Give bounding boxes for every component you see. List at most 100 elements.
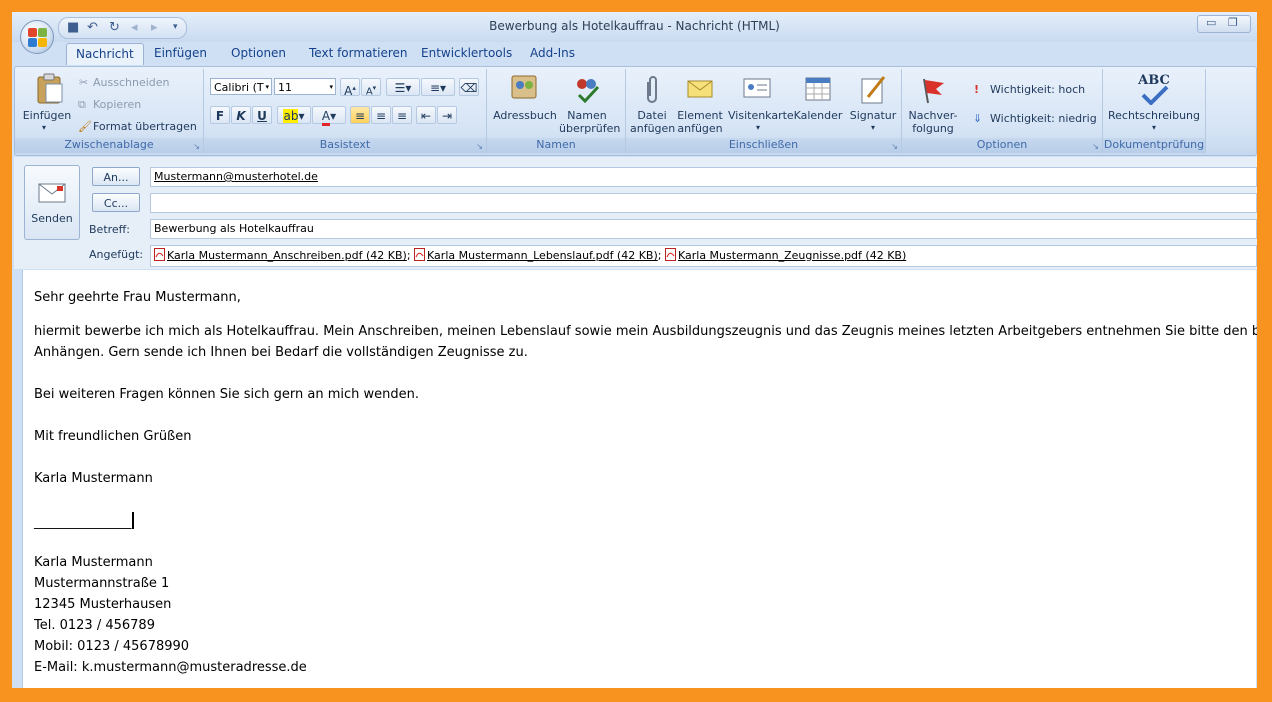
signature-street: Mustermannstraße 1 xyxy=(34,576,170,591)
address-book-icon[interactable] xyxy=(509,73,539,103)
font-name-box[interactable]: Calibri (T ▾ xyxy=(210,78,272,95)
address-book-button[interactable]: Adressbuch xyxy=(487,109,563,122)
calendar-button[interactable]: Kalender xyxy=(792,109,844,122)
copy-button[interactable]: Kopieren xyxy=(93,98,141,111)
names-group-label: Namen xyxy=(487,138,625,153)
clipboard-launcher-icon[interactable]: ↘ xyxy=(193,142,200,151)
tab-einfuegen[interactable]: Einfügen xyxy=(154,46,207,60)
follow-up-flag-icon[interactable] xyxy=(918,75,948,105)
attachment-name[interactable]: Karla Mustermann_Anschreiben.pdf (42 KB) xyxy=(167,249,407,262)
attach-item-icon[interactable] xyxy=(686,77,716,103)
spelling-check-icon[interactable] xyxy=(1139,85,1169,105)
business-card-icon[interactable] xyxy=(742,75,774,103)
paperclip-icon[interactable] xyxy=(642,74,662,106)
tab-add-ins[interactable]: Add-Ins xyxy=(530,46,575,60)
attach-file-label-1[interactable]: Datei xyxy=(630,109,674,122)
size-dropdown-icon[interactable]: ▾ xyxy=(329,79,333,96)
follow-up-label-1[interactable]: Nachver- xyxy=(902,109,964,122)
highlight-icon[interactable]: ab▾ xyxy=(277,106,311,124)
attachment-item[interactable]: Karla Mustermann_Anschreiben.pdf (42 KB) xyxy=(154,248,407,262)
business-card-dropdown-icon[interactable]: ▾ xyxy=(728,121,788,134)
attachment-name[interactable]: Karla Mustermann_Lebenslauf.pdf (42 KB) xyxy=(427,249,658,262)
attachment-item[interactable]: Karla Mustermann_Zeugnisse.pdf (42 KB) xyxy=(664,248,906,262)
font-size-box[interactable]: 11 ▾ xyxy=(274,78,336,95)
align-center-icon[interactable]: ≡ xyxy=(371,106,391,124)
paragraph-1-line-2: Anhängen. Gern sende ich Ihnen bei Bedar… xyxy=(34,345,528,360)
cut-icon: ✂ xyxy=(79,76,89,89)
tab-entwicklertools[interactable]: Entwicklertools xyxy=(421,46,512,60)
to-field[interactable]: Mustermann@musterhotel.de xyxy=(150,167,1257,187)
include-launcher-icon[interactable]: ↘ xyxy=(891,142,898,151)
decrease-indent-icon[interactable]: ⇤ xyxy=(416,106,436,124)
attachment-name[interactable]: Karla Mustermann_Zeugnisse.pdf (42 KB) xyxy=(678,249,906,262)
increase-indent-icon[interactable]: ⇥ xyxy=(437,106,457,124)
options-launcher-icon[interactable]: ↘ xyxy=(1092,142,1099,151)
italic-icon[interactable]: K xyxy=(231,106,251,124)
ribbon: Einfügen ▾ ✂ Ausschneiden ⧉ Kopieren 🖌 F… xyxy=(14,66,1257,156)
tab-text-formatieren[interactable]: Text formatieren xyxy=(309,46,408,60)
attach-item-label-2[interactable]: anfügen xyxy=(676,122,724,135)
paste-button[interactable]: Einfügen xyxy=(19,109,75,122)
follow-up-label-2[interactable]: folgung xyxy=(902,122,964,135)
font-dropdown-icon[interactable]: ▾ xyxy=(265,79,269,96)
align-left-icon[interactable]: ≡ xyxy=(350,106,370,124)
signature-icon[interactable] xyxy=(858,73,888,105)
grow-font-icon[interactable]: A▴ xyxy=(340,78,360,98)
calendar-icon[interactable] xyxy=(804,75,834,103)
importance-high-icon: ! xyxy=(974,83,980,96)
pdf-icon xyxy=(664,248,676,261)
sender-name: Karla Mustermann xyxy=(34,471,153,486)
font-color-icon[interactable]: A▾ xyxy=(312,106,346,126)
office-button[interactable] xyxy=(20,20,54,54)
clear-formatting-icon[interactable]: ⌫ xyxy=(459,78,479,96)
spelling-dropdown-icon[interactable]: ▾ xyxy=(1103,121,1205,134)
options-group-label: Optionen xyxy=(902,138,1102,153)
basic-text-launcher-icon[interactable]: ↘ xyxy=(476,142,483,151)
cc-field[interactable] xyxy=(150,193,1257,213)
ribbon-tabs: Nachricht Einfügen Optionen Text formati… xyxy=(12,42,1257,66)
underline-icon[interactable]: U xyxy=(252,106,272,124)
basic-text-group: Calibri (T ▾ 11 ▾ A▴ A▾ ☰▾ ≡▾ ⌫ F K U ab▾ … xyxy=(204,69,487,153)
pdf-icon xyxy=(414,248,426,261)
bullets-icon[interactable]: ☰▾ xyxy=(386,78,420,96)
importance-low-button[interactable]: Wichtigkeit: niedrig xyxy=(990,112,1097,125)
send-button[interactable]: Senden xyxy=(24,165,80,240)
signature-dropdown-icon[interactable]: ▾ xyxy=(848,121,898,134)
cut-button[interactable]: Ausschneiden xyxy=(93,76,170,89)
restore-icon[interactable]: ❐ xyxy=(1228,16,1238,29)
bold-icon[interactable]: F xyxy=(210,106,230,124)
options-group: Nachver- folgung ! Wichtigkeit: hoch ⇓ W… xyxy=(902,69,1103,153)
check-names-label-2[interactable]: überprüfen xyxy=(559,122,620,135)
paragraph-1-line-1: hiermit bewerbe ich mich als Hotelkauffr… xyxy=(34,324,1257,339)
align-right-icon[interactable]: ≡ xyxy=(392,106,412,124)
tab-optionen[interactable]: Optionen xyxy=(231,46,286,60)
paste-dropdown-icon[interactable]: ▾ xyxy=(42,121,46,134)
subject-field[interactable]: Bewerbung als Hotelkauffrau xyxy=(150,219,1257,239)
message-header: Senden An... Mustermann@musterhotel.de C… xyxy=(14,157,1257,269)
names-group: Adressbuch Namen überprüfen Namen xyxy=(487,69,626,153)
attach-item-label-1[interactable]: Element xyxy=(676,109,724,122)
signature-name: Karla Mustermann xyxy=(34,555,153,570)
check-names-icon[interactable] xyxy=(571,73,603,103)
signature-city: 12345 Musterhausen xyxy=(34,597,172,612)
closing: Mit freundlichen Grüßen xyxy=(34,429,192,444)
check-names-label-1[interactable]: Namen xyxy=(559,109,615,122)
proofing-group-label: Dokumentprüfung xyxy=(1103,138,1205,153)
message-body-editor[interactable]: Sehr geehrte Frau Mustermann, hiermit be… xyxy=(22,270,1257,688)
importance-high-button[interactable]: Wichtigkeit: hoch xyxy=(990,83,1085,96)
format-painter-button[interactable]: Format übertragen xyxy=(93,120,197,133)
cc-button[interactable]: Cc... xyxy=(92,193,140,212)
to-recipient[interactable]: Mustermann@musterhotel.de xyxy=(154,170,318,183)
shrink-font-icon[interactable]: A▾ xyxy=(361,78,381,97)
tab-nachricht[interactable]: Nachricht xyxy=(66,43,144,65)
attachment-item[interactable]: Karla Mustermann_Lebenslauf.pdf (42 KB) xyxy=(414,248,658,262)
attach-file-label-2[interactable]: anfügen xyxy=(630,122,675,135)
paste-icon[interactable] xyxy=(35,73,65,105)
minimize-icon[interactable]: ▭ xyxy=(1206,16,1216,29)
numbering-icon[interactable]: ≡▾ xyxy=(421,78,455,96)
outlook-message-window: ■ ↶ ↻ ◂ ▸ ▾ Bewerbung als Hotelkauffrau … xyxy=(12,12,1257,688)
to-button[interactable]: An... xyxy=(92,167,140,186)
subject-label: Betreff: xyxy=(89,223,130,236)
window-controls: ▭ ❐ xyxy=(1197,15,1251,33)
pdf-icon xyxy=(154,248,165,261)
